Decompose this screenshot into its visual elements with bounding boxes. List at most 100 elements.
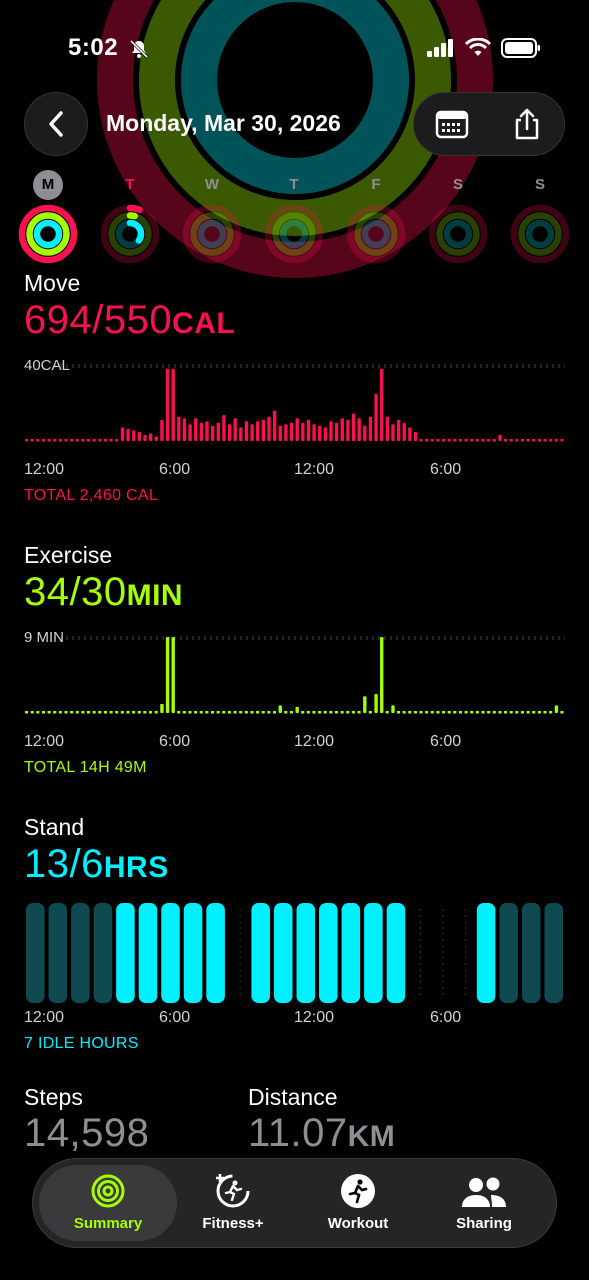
chart-bar — [391, 705, 395, 713]
baseline-dot — [419, 711, 423, 714]
baseline-dot — [284, 711, 288, 714]
chart-bar — [306, 419, 311, 441]
day-1[interactable]: T — [100, 170, 160, 269]
stand-hour-bar — [341, 903, 361, 1003]
ring-track — [197, 219, 227, 249]
axis-label: 12:00 — [294, 461, 335, 478]
baseline-dot — [306, 711, 310, 714]
chart-bar — [160, 419, 164, 441]
baseline-dot — [346, 711, 350, 714]
activity-rings-icon — [91, 1174, 125, 1208]
distance-value: 11.07KM — [248, 1111, 396, 1155]
tab-fitness-plus[interactable]: Fitness+ — [168, 1165, 298, 1241]
baseline-dot — [425, 711, 429, 714]
day-0[interactable]: M — [18, 170, 78, 269]
chart-bar — [351, 413, 356, 441]
chart-bar — [171, 368, 175, 441]
chart-bar — [171, 637, 175, 713]
exercise-ymax: 9 MIN — [24, 629, 65, 646]
back-button[interactable] — [24, 92, 88, 156]
stand-hour-bar — [48, 903, 68, 1003]
chart-bar — [295, 418, 299, 441]
axis-label: 6:00 — [159, 1009, 191, 1026]
baseline-dot — [64, 711, 68, 714]
chart-bar — [120, 427, 125, 441]
stand-title: Stand — [24, 814, 85, 840]
chart-bar — [402, 422, 406, 441]
chart-bar — [210, 425, 215, 441]
baseline-dot — [239, 711, 243, 714]
baseline-dot — [115, 439, 119, 442]
baseline-dot — [447, 439, 451, 442]
day-letter: F — [371, 176, 381, 193]
stand-chart — [24, 903, 565, 1009]
stand-hour-bar — [93, 903, 113, 1003]
baseline-dot — [81, 711, 85, 714]
baseline-dot — [233, 711, 237, 714]
chart-bar — [413, 431, 418, 441]
baseline-dot — [357, 711, 361, 714]
baseline-dot — [47, 711, 51, 714]
baseline-dot — [453, 711, 457, 714]
day-3[interactable]: T — [264, 170, 324, 269]
chart-bar — [329, 421, 333, 441]
baseline-dot — [92, 711, 96, 714]
steps-title: Steps — [24, 1084, 83, 1110]
baseline-dot — [537, 711, 541, 714]
baseline-dot — [413, 711, 417, 714]
axis-label: 12:00 — [294, 1009, 335, 1026]
distance-stat: Distance 11.07KM — [248, 1084, 395, 1156]
ring-track — [279, 219, 309, 249]
activity-ring-icon — [346, 204, 406, 264]
date-title: Monday, Mar 30, 2026 — [106, 110, 341, 136]
tab-summary[interactable]: Summary — [39, 1165, 177, 1241]
chart-bar — [244, 421, 249, 441]
baseline-dot — [98, 711, 102, 714]
chart-bar — [554, 705, 559, 713]
baseline-dot — [58, 711, 62, 714]
axis-label: 6:00 — [430, 461, 462, 478]
chart-bar — [154, 436, 158, 441]
day-6[interactable]: S — [510, 170, 570, 269]
baseline-dot — [470, 439, 474, 442]
baseline-dot — [543, 711, 547, 714]
tab-sharing[interactable]: Sharing — [419, 1165, 549, 1241]
chart-bar — [374, 694, 378, 713]
baseline-dot — [256, 711, 260, 714]
move-section: Move 694/550CAL 40CAL 12:00 6:00 12:00 6… — [24, 270, 565, 505]
baseline-dot — [115, 711, 119, 714]
move-chart: 40CAL — [24, 355, 565, 461]
baseline-dot — [436, 439, 440, 442]
stand-hour-bar — [544, 903, 563, 1003]
baseline-dot — [509, 439, 513, 442]
chart-bar — [194, 418, 198, 441]
calendar-button[interactable] — [422, 94, 482, 154]
axis-label: 12:00 — [24, 461, 65, 478]
baseline-dot — [30, 439, 34, 442]
activity-ring-icon — [100, 204, 160, 264]
stand-axis: 12:00 6:00 12:00 6:00 — [24, 1009, 565, 1031]
stand-hour-bar — [26, 903, 45, 1003]
baseline-dot — [442, 711, 446, 714]
chart-bar — [408, 427, 412, 441]
baseline-dot — [481, 439, 485, 442]
day-2[interactable]: W — [182, 170, 242, 269]
day-5[interactable]: S — [428, 170, 488, 269]
chart-bar — [278, 425, 282, 441]
baseline-dot — [560, 711, 564, 714]
chart-bar — [334, 422, 339, 441]
baseline-dot — [75, 439, 79, 442]
baseline-dot — [368, 711, 372, 714]
tab-workout[interactable]: Workout — [293, 1165, 423, 1241]
baseline-dot — [475, 439, 479, 442]
baseline-dot — [487, 711, 491, 714]
share-button[interactable] — [497, 94, 557, 154]
baseline-dot — [329, 711, 333, 714]
chart-bar — [498, 434, 502, 441]
day-4[interactable]: F — [346, 170, 406, 269]
baseline-dot — [504, 711, 508, 714]
chart-bar — [301, 422, 305, 441]
baseline-dot — [103, 711, 107, 714]
chart-bar — [357, 418, 361, 441]
baseline-dot — [515, 711, 519, 714]
